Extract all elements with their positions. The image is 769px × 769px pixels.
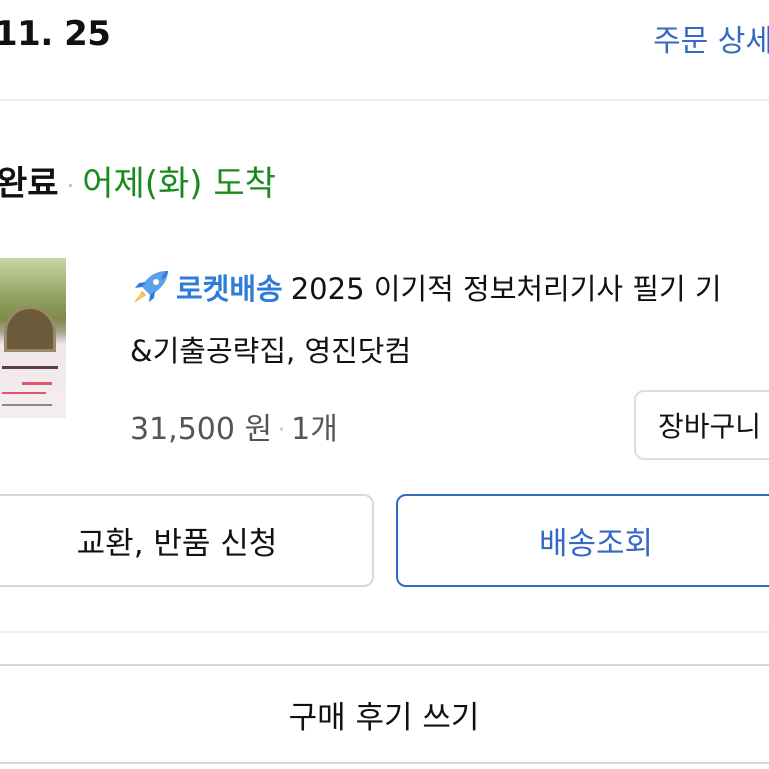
order-card: 11. 25 주문 상세 완료 · 어제(화) 도착 로켓배송 2025 이기적 정보… [0,0,769,769]
rocket-icon [134,271,168,303]
rocket-delivery-label: 로켓배송 [176,272,283,306]
cover-detail-line [2,392,46,394]
product-title-text: 2025 이기적 정보처리기사 필기 기 [290,272,722,306]
order-date: 11. 25 [0,14,111,54]
write-review-button[interactable]: 구매 후기 쓰기 [0,664,769,764]
arrival-date-label: 어제(화) 도착 [82,164,276,204]
delivery-status: 완료 · 어제(화) 도착 [0,156,276,205]
book-cover-image [4,306,56,352]
product-price: 31,500 원 [130,412,273,447]
price-row: 31,500 원 · 1개 [130,404,338,448]
add-to-cart-button[interactable]: 장바구니 [634,390,769,460]
separator-dot: · [278,418,286,443]
product-quantity: 1개 [291,412,338,447]
cover-publisher-line [2,404,52,406]
product-title-line-1[interactable]: 로켓배송 2025 이기적 정보처리기사 필기 기 [130,266,722,308]
product-thumbnail[interactable] [0,258,66,418]
exchange-return-button[interactable]: 교환, 반품 신청 [0,494,374,587]
status-done-label: 완료 [0,164,59,204]
cover-title-line [2,366,58,369]
cover-subtitle-line [22,382,52,385]
divider [0,631,769,633]
divider [0,99,769,101]
order-detail-link[interactable]: 주문 상세 [653,16,769,60]
separator-dot: · [66,171,75,200]
product-title-line-2[interactable]: &기출공략집, 영진닷컴 [130,328,411,370]
track-delivery-button[interactable]: 배송조회 [396,494,769,587]
